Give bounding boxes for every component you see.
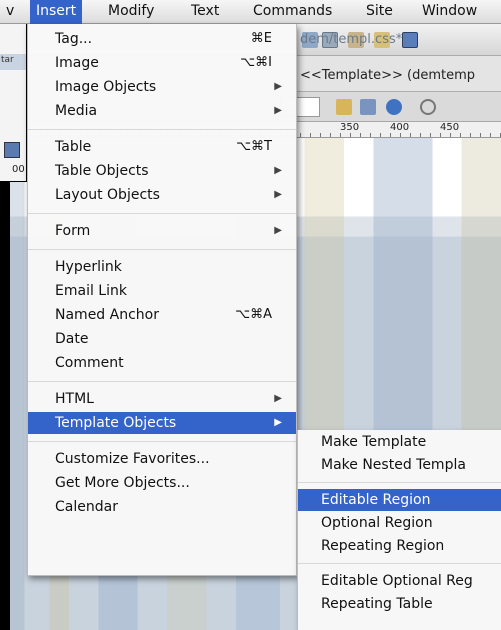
menu-item-label: HTML	[55, 391, 94, 407]
submenu-item-editable-region[interactable]: Editable Region	[298, 489, 501, 511]
panel-icon[interactable]	[4, 142, 20, 158]
menu-v[interactable]: v	[0, 0, 20, 24]
panel-number: 00	[12, 164, 25, 175]
menu-item-layout-objects[interactable]: Layout Objects ▶	[28, 184, 296, 206]
panel-tab-label: tar	[1, 55, 14, 65]
ruler-label: 350	[340, 122, 360, 133]
file-path: dem/templ.css*)	[300, 32, 408, 47]
submenu-item-label: Make Nested Templa	[321, 457, 466, 473]
menu-item-label: Date	[55, 331, 89, 347]
submenu-item-label: Editable Region	[321, 492, 431, 508]
menu-item-form[interactable]: Form ▶	[28, 220, 296, 242]
preview-icon[interactable]	[386, 99, 402, 115]
submenu-arrow-icon: ▶	[274, 393, 282, 404]
menu-item-tag[interactable]: Tag... ⌘E	[28, 28, 296, 50]
file-management-icon[interactable]	[360, 99, 376, 115]
menu-item-label: Customize Favorites...	[55, 451, 210, 467]
menu-item-shortcut: ⌘E	[250, 31, 272, 46]
menu-item-template-objects[interactable]: Template Objects ▶	[28, 412, 296, 434]
menu-text[interactable]: Text	[185, 0, 225, 24]
menu-item-table-objects[interactable]: Table Objects ▶	[28, 160, 296, 182]
menu-item-label: Get More Objects...	[55, 475, 190, 491]
submenu-item-repeating-region[interactable]: Repeating Region	[298, 535, 501, 557]
menu-item-label: Layout Objects	[55, 187, 160, 203]
menu-item-label: Tag...	[55, 31, 93, 47]
menu-item-label: Comment	[55, 355, 124, 371]
submenu-item-label: Make Template	[321, 434, 427, 450]
template-path: <<Template>> (demtemp	[300, 68, 476, 83]
submenu-item-make-nested-templa[interactable]: Make Nested Templa	[298, 454, 501, 476]
menu-item-label: Media	[55, 103, 98, 119]
menu-item-named-anchor[interactable]: Named Anchor ⌥⌘A	[28, 304, 296, 326]
refresh-icon[interactable]	[420, 99, 436, 115]
menu-item-label: Template Objects	[55, 415, 177, 431]
menu-item-hyperlink[interactable]: Hyperlink	[28, 256, 296, 278]
menu-separator	[298, 563, 501, 564]
submenu-arrow-icon: ▶	[274, 417, 282, 428]
menu-item-email-link[interactable]: Email Link	[28, 280, 296, 302]
ruler-label: 400	[390, 122, 410, 133]
menu-item-label: Table Objects	[55, 163, 149, 179]
submenu-arrow-icon: ▶	[274, 105, 282, 116]
menu-separator	[28, 213, 296, 214]
menu-item-calendar[interactable]: Calendar	[28, 496, 296, 518]
check-browser-icon[interactable]	[336, 99, 352, 115]
submenu-item-editable-optional-reg[interactable]: Editable Optional Reg	[298, 570, 501, 592]
menu-modify[interactable]: Modify	[102, 0, 160, 24]
insert-menu: Tag... ⌘E Image ⌥⌘I Image Objects ▶ Media ▶ Tabl…	[27, 24, 297, 576]
panel-tab[interactable]: tar	[0, 54, 26, 70]
menu-item-label: Hyperlink	[55, 259, 122, 275]
menu-item-label: Calendar	[55, 499, 118, 515]
menu-item-shortcut: ⌥⌘A	[235, 307, 272, 322]
menu-window[interactable]: Window	[416, 0, 483, 24]
menu-insert[interactable]: Insert	[30, 0, 83, 24]
submenu-item-label: Editable Optional Reg	[321, 573, 473, 589]
menu-item-date[interactable]: Date	[28, 328, 296, 350]
submenu-item-optional-region[interactable]: Optional Region	[298, 512, 501, 534]
menu-item-image-objects[interactable]: Image Objects ▶	[28, 76, 296, 98]
submenu-item-label: Repeating Table	[321, 596, 433, 612]
submenu-arrow-icon: ▶	[274, 189, 282, 200]
menu-item-label: Table	[55, 139, 92, 155]
submenu-arrow-icon: ▶	[274, 225, 282, 236]
submenu-arrow-icon: ▶	[274, 81, 282, 92]
submenu-item-label: Repeating Region	[321, 538, 445, 554]
menu-item-customize-favorites[interactable]: Customize Favorites...	[28, 448, 296, 470]
menu-item-shortcut: ⌥⌘T	[236, 139, 272, 154]
menu-item-get-more-objects[interactable]: Get More Objects...	[28, 472, 296, 494]
submenu-item-make-template[interactable]: Make Template	[298, 431, 501, 453]
menu-item-label: Email Link	[55, 283, 127, 299]
menu-item-html[interactable]: HTML ▶	[28, 388, 296, 410]
submenu-item-label: Optional Region	[321, 515, 433, 531]
menu-separator	[28, 441, 296, 442]
submenu-arrow-icon: ▶	[274, 165, 282, 176]
menu-separator	[28, 129, 296, 130]
menu-site[interactable]: Site	[360, 0, 399, 24]
menu-item-media[interactable]: Media ▶	[28, 100, 296, 122]
ruler-label: 450	[440, 122, 460, 133]
menu-separator	[298, 482, 501, 483]
menu-item-label: Named Anchor	[55, 307, 159, 323]
menu-separator	[28, 249, 296, 250]
left-panel: tar 00	[0, 24, 27, 182]
menu-item-shortcut: ⌥⌘I	[240, 55, 272, 70]
menu-item-comment[interactable]: Comment	[28, 352, 296, 374]
menu-separator	[28, 381, 296, 382]
menu-item-label: Image	[55, 55, 99, 71]
menu-commands[interactable]: Commands	[247, 0, 338, 24]
menu-bar: v Insert Modify Text Commands Site Window	[0, 0, 501, 24]
menu-item-image[interactable]: Image ⌥⌘I	[28, 52, 296, 74]
template-objects-submenu: Make Template Make Nested Templa Editable …	[297, 430, 501, 630]
menu-item-label: Form	[55, 223, 91, 239]
menu-item-table[interactable]: Table ⌥⌘T	[28, 136, 296, 158]
menu-item-label: Image Objects	[55, 79, 157, 95]
submenu-item-repeating-table[interactable]: Repeating Table	[298, 593, 501, 615]
